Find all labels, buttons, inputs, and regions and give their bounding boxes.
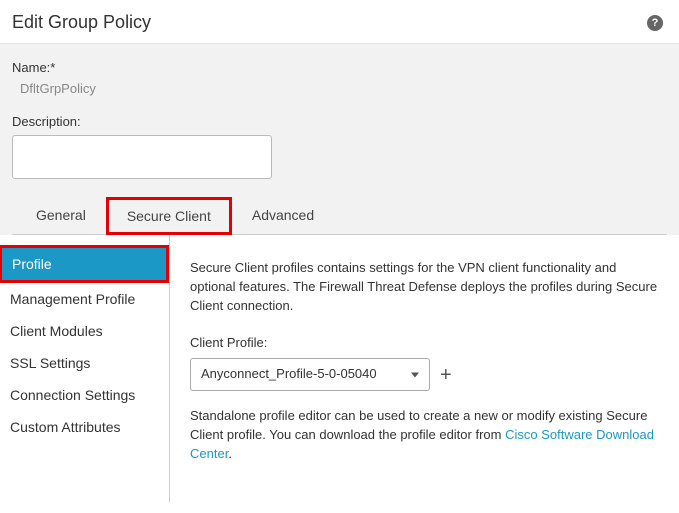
name-label: Name:* [12,60,667,75]
client-profile-value: Anyconnect_Profile-5-0-05040 [201,366,377,381]
sidebar-item-client-modules[interactable]: Client Modules [0,315,169,347]
intro-text: Secure Client profiles contains settings… [190,259,661,316]
page-title: Edit Group Policy [12,12,151,33]
client-profile-select[interactable]: Anyconnect_Profile-5-0-05040 [190,358,430,391]
sidebar-item-profile[interactable]: Profile [0,245,169,283]
description-textarea[interactable] [12,135,272,179]
client-profile-label: Client Profile: [190,334,661,353]
name-value: DfltGrpPolicy [20,81,667,96]
sidebar-item-ssl-settings[interactable]: SSL Settings [0,347,169,379]
add-profile-button[interactable]: + [440,365,452,385]
tabs: General Secure Client Advanced [12,196,667,235]
sidebar-item-custom-attributes[interactable]: Custom Attributes [0,411,169,443]
sidebar-item-management-profile[interactable]: Management Profile [0,283,169,315]
standalone-text: Standalone profile editor can be used to… [190,407,661,464]
help-icon[interactable]: ? [647,15,663,31]
tab-advanced[interactable]: Advanced [232,197,334,235]
tab-general[interactable]: General [16,197,106,235]
standalone-text-after: . [228,446,232,461]
description-label: Description: [12,114,667,129]
content-panel: Secure Client profiles contains settings… [170,235,679,502]
tab-secure-client[interactable]: Secure Client [106,197,232,235]
sidebar: Profile Management Profile Client Module… [0,235,170,502]
sidebar-item-connection-settings[interactable]: Connection Settings [0,379,169,411]
